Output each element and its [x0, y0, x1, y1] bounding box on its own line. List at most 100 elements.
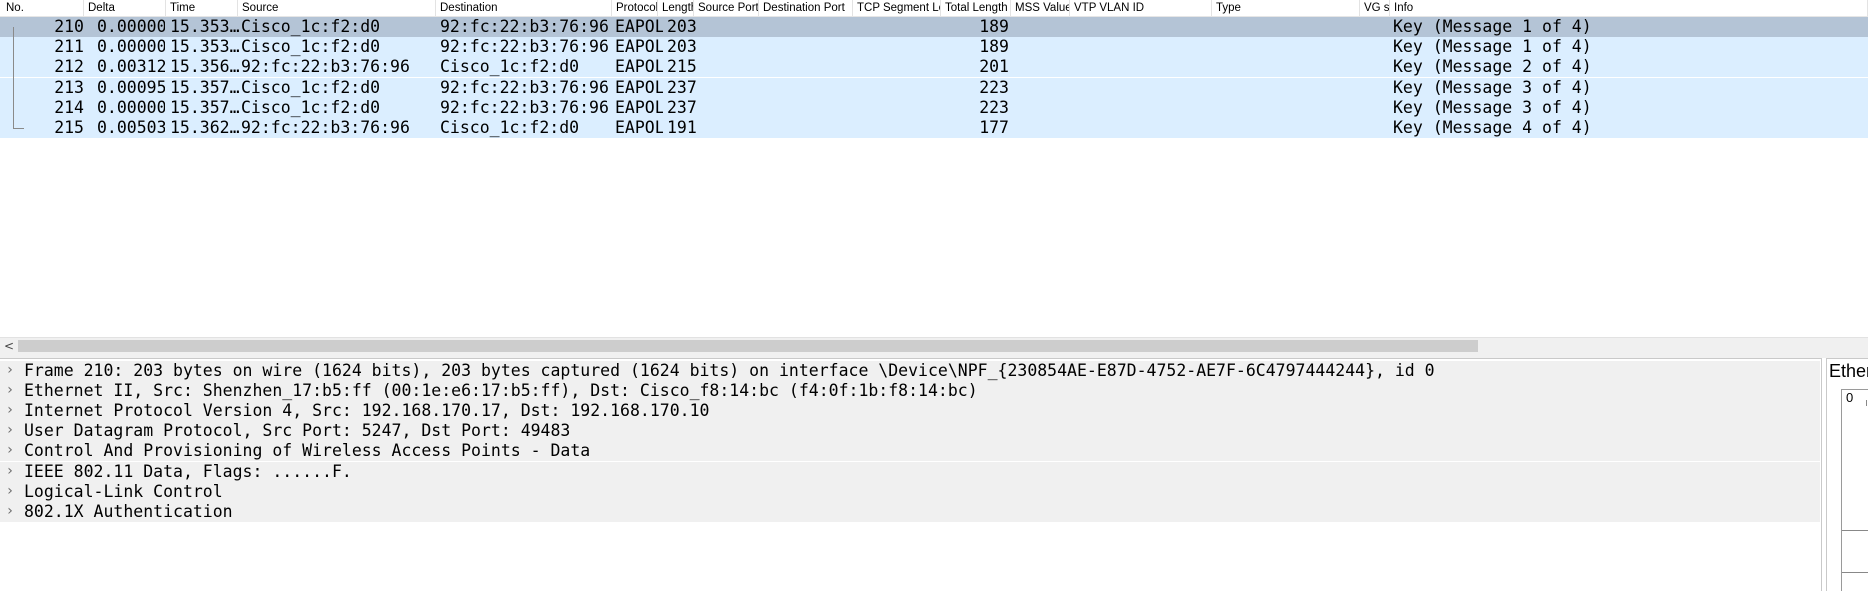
- cell-info: Key (Message 4 of 4): [1393, 118, 1592, 137]
- column-header-dstport[interactable]: Destination Port: [759, 0, 853, 16]
- cell-length: 237: [667, 78, 697, 97]
- cell-delta: 0.000007: [97, 37, 165, 56]
- detail-tree-item[interactable]: › User Datagram Protocol, Src Port: 5247,…: [0, 421, 1820, 442]
- cell-totallen: 189: [979, 37, 1009, 56]
- cell-destination: 92:fc:22:b3:76:96: [440, 78, 609, 97]
- cell-protocol: EAPOL: [615, 98, 663, 117]
- cell-totallen: 223: [979, 78, 1009, 97]
- detail-text: Internet Protocol Version 4, Src: 192.16…: [24, 401, 710, 421]
- detail-tree-item[interactable]: › Ethernet II, Src: Shenzhen_17:b5:ff (00…: [0, 381, 1820, 402]
- expand-chevron-icon[interactable]: ›: [3, 421, 17, 441]
- packet-row[interactable]: 210 0.000000 15.353…Cisco_1c:f2:d0 92:fc:22…: [0, 17, 1868, 37]
- detail-text: IEEE 802.11 Data, Flags: ......F.: [24, 461, 352, 481]
- bytes-divider: [1842, 530, 1868, 531]
- cell-destination: Cisco_1c:f2:d0: [440, 57, 580, 76]
- column-header-length[interactable]: Length: [658, 0, 694, 16]
- bytes-tick: [1866, 400, 1867, 406]
- cell-time: 15.356…: [170, 57, 240, 76]
- expand-chevron-icon[interactable]: ›: [3, 462, 17, 482]
- column-header-protocol[interactable]: Protocol: [612, 0, 658, 16]
- cell-length: 191: [667, 118, 697, 137]
- detail-text: Frame 210: 203 bytes on wire (1624 bits)…: [24, 361, 1435, 380]
- detail-tree-item[interactable]: › Control And Provisioning of Wireless Ac…: [0, 441, 1820, 462]
- packet-row[interactable]: 211 0.000007 15.353…Cisco_1c:f2:d0 92:fc:22…: [0, 37, 1868, 57]
- column-header-type[interactable]: Type: [1212, 0, 1360, 16]
- cell-protocol: EAPOL: [615, 118, 663, 137]
- cell-info: Key (Message 1 of 4): [1393, 17, 1592, 36]
- cell-time: 15.362…: [170, 118, 240, 137]
- detail-tree-item[interactable]: › IEEE 802.11 Data, Flags: ......F.: [0, 461, 1820, 482]
- bytes-offset-label: 0: [1846, 390, 1854, 405]
- packet-row[interactable]: 215 0.005035 15.362…92:fc:22:b3:76:96 Cisco…: [0, 118, 1868, 138]
- cell-info: Key (Message 3 of 4): [1393, 78, 1592, 97]
- cell-source: Cisco_1c:f2:d0: [241, 37, 381, 56]
- column-header-tcpseg[interactable]: TCP Segment Len: [853, 0, 941, 16]
- packet-list-header: No. Delta Time Source Destination Protocol Len…: [0, 0, 1868, 17]
- cell-info: Key (Message 1 of 4): [1393, 37, 1592, 56]
- packet-list[interactable]: No. Delta Time Source Destination Protocol Len…: [0, 0, 1868, 340]
- detail-text: Control And Provisioning of Wireless Acc…: [24, 441, 591, 461]
- detail-tree-item[interactable]: › Frame 210: 203 bytes on wire (1624 bits…: [0, 361, 1820, 381]
- detail-text: User Datagram Protocol, Src Port: 5247, …: [24, 421, 571, 441]
- cell-no: 213: [54, 78, 84, 97]
- cell-length: 215: [667, 57, 697, 76]
- column-header-vg[interactable]: VG sta: [1360, 0, 1390, 16]
- column-header-mss[interactable]: MSS Value: [1011, 0, 1070, 16]
- column-header-srcport[interactable]: Source Port: [694, 0, 759, 16]
- cell-no: 210: [54, 17, 84, 36]
- column-header-destination[interactable]: Destination: [436, 0, 612, 16]
- cell-source: Cisco_1c:f2:d0: [241, 98, 381, 117]
- column-header-time[interactable]: Time: [166, 0, 238, 16]
- cell-totallen: 223: [979, 98, 1009, 117]
- packet-details-pane: › Frame 210: 203 bytes on wire (1624 bits…: [0, 358, 1822, 591]
- cell-info: Key (Message 2 of 4): [1393, 57, 1592, 76]
- column-header-delta[interactable]: Delta: [84, 0, 166, 16]
- bytes-pane-title: Ether: [1829, 361, 1868, 381]
- column-header-source[interactable]: Source: [238, 0, 436, 16]
- expand-chevron-icon[interactable]: ›: [3, 482, 17, 502]
- packet-row[interactable]: 213 0.000958 15.357…Cisco_1c:f2:d0 92:fc:22…: [0, 78, 1868, 98]
- horizontal-scrollbar[interactable]: <: [0, 337, 1868, 354]
- column-header-info[interactable]: Info: [1390, 0, 1868, 16]
- bytes-diagram: 0: [1841, 389, 1868, 591]
- cell-totallen: 177: [979, 118, 1009, 137]
- packet-row[interactable]: 212 0.003128 15.356…92:fc:22:b3:76:96 Cisco…: [0, 57, 1868, 77]
- detail-text: Logical-Link Control: [24, 481, 223, 501]
- packet-bytes-pane: Ether 0: [1826, 358, 1868, 591]
- cell-delta: 0.000000: [97, 17, 165, 36]
- cell-delta: 0.003128: [97, 57, 165, 76]
- cell-length: 203: [667, 37, 697, 56]
- column-header-no[interactable]: No.: [2, 0, 84, 16]
- cell-delta: 0.000958: [97, 78, 165, 97]
- detail-tree-item[interactable]: › Logical-Link Control: [0, 481, 1820, 502]
- expand-chevron-icon[interactable]: ›: [3, 502, 17, 522]
- cell-destination: 92:fc:22:b3:76:96: [440, 98, 609, 117]
- expand-chevron-icon[interactable]: ›: [3, 401, 17, 421]
- column-header-totallen[interactable]: Total Length: [941, 0, 1011, 16]
- cell-time: 15.353…: [170, 17, 240, 36]
- cell-no: 211: [54, 37, 84, 56]
- cell-destination: Cisco_1c:f2:d0: [440, 118, 580, 137]
- expand-chevron-icon[interactable]: ›: [3, 361, 17, 381]
- expand-chevron-icon[interactable]: ›: [3, 381, 17, 401]
- cell-source: 92:fc:22:b3:76:96: [241, 57, 410, 76]
- scrollbar-thumb[interactable]: [18, 340, 1478, 352]
- detail-text: 802.1X Authentication: [24, 501, 233, 521]
- expand-chevron-icon[interactable]: ›: [3, 441, 17, 461]
- detail-tree-item[interactable]: › Internet Protocol Version 4, Src: 192.1…: [0, 401, 1820, 422]
- cell-source: Cisco_1c:f2:d0: [241, 17, 381, 36]
- packet-row[interactable]: 214 0.000006 15.357…Cisco_1c:f2:d0 92:fc:22…: [0, 98, 1868, 118]
- column-header-vtp[interactable]: VTP VLAN ID: [1070, 0, 1212, 16]
- related-packets-line: [13, 27, 14, 128]
- cell-no: 212: [54, 57, 84, 76]
- cell-destination: 92:fc:22:b3:76:96: [440, 37, 609, 56]
- detail-tree-item[interactable]: › 802.1X Authentication: [0, 501, 1820, 522]
- cell-length: 237: [667, 98, 697, 117]
- cell-totallen: 201: [979, 57, 1009, 76]
- cell-source: 92:fc:22:b3:76:96: [241, 118, 410, 137]
- cell-time: 15.353…: [170, 37, 240, 56]
- cell-delta: 0.000006: [97, 98, 165, 117]
- scroll-left-arrow-icon[interactable]: <: [0, 338, 18, 355]
- cell-delta: 0.005035: [97, 118, 165, 137]
- cell-no: 214: [54, 98, 84, 117]
